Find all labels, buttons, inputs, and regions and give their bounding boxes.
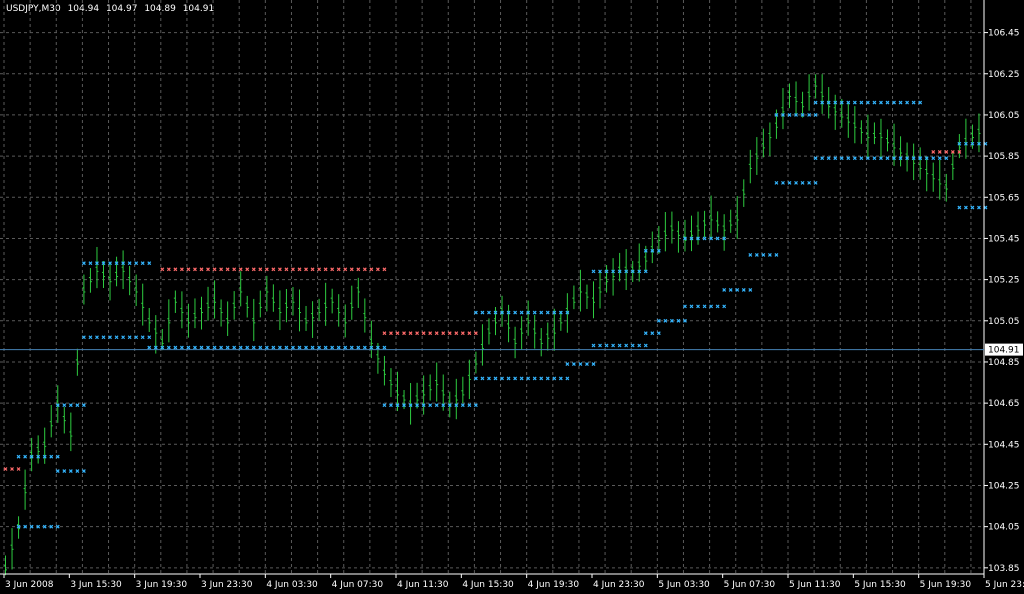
y-tick-label: 106.45 bbox=[988, 29, 1020, 39]
x-tick-label: 4 Jun 23:30 bbox=[593, 580, 645, 590]
x-tick-label: 5 Jun 03:30 bbox=[658, 580, 710, 590]
y-tick-label: 105.65 bbox=[988, 193, 1020, 203]
axes: 106.45 106.25 106.05 105.85 105.65 105.45 105.… bbox=[0, 0, 1024, 590]
y-tick-label: 104.05 bbox=[988, 523, 1020, 533]
y-tick-label: 105.25 bbox=[988, 276, 1020, 286]
x-tick-label: 4 Jun 11:30 bbox=[397, 580, 449, 590]
x-tick-label: 5 Jun 11:30 bbox=[789, 580, 841, 590]
x-tick-label: 4 Jun 15:30 bbox=[462, 580, 514, 590]
x-tick-label: 5 Jun 15:30 bbox=[854, 580, 906, 590]
x-tick-label: 4 Jun 19:30 bbox=[528, 580, 580, 590]
x-tick-label: 5 Jun 23:30 bbox=[985, 580, 1024, 590]
price-chart[interactable]: 106.45 106.25 106.05 105.85 105.65 105.45 105.… bbox=[0, 0, 1024, 594]
y-tick-label: 105.85 bbox=[988, 152, 1020, 162]
x-tick-label: 4 Jun 07:30 bbox=[332, 580, 384, 590]
y-tick-label: 105.45 bbox=[988, 234, 1020, 244]
x-tick-label: 3 Jun 19:30 bbox=[136, 580, 188, 590]
y-tick-label: 104.65 bbox=[988, 399, 1020, 409]
y-tick-label: 105.05 bbox=[988, 317, 1020, 327]
y-tick-label: 106.05 bbox=[988, 111, 1020, 121]
grid bbox=[0, 0, 984, 574]
x-tick-label: 5 Jun 07:30 bbox=[724, 580, 776, 590]
x-tick-label: 3 Jun 15:30 bbox=[70, 580, 122, 590]
x-tick-label: 5 Jun 19:30 bbox=[920, 580, 972, 590]
chart-area[interactable]: USDJPY,M30 104.94 104.97 104.89 104.91 1… bbox=[0, 0, 1024, 594]
y-tick-label: 104.85 bbox=[988, 358, 1020, 368]
x-tick-label: 3 Jun 2008 bbox=[5, 580, 54, 590]
x-tick-label: 4 Jun 03:30 bbox=[266, 580, 318, 590]
price-bars bbox=[4, 74, 981, 576]
y-tick-label: 106.25 bbox=[988, 70, 1020, 80]
y-tick-label: 104.25 bbox=[988, 481, 1020, 491]
current-price-label: 104.91 bbox=[988, 346, 1020, 356]
x-tick-label: 3 Jun 23:30 bbox=[201, 580, 253, 590]
y-tick-label: 103.85 bbox=[988, 564, 1020, 574]
y-tick-label: 104.45 bbox=[988, 440, 1020, 450]
